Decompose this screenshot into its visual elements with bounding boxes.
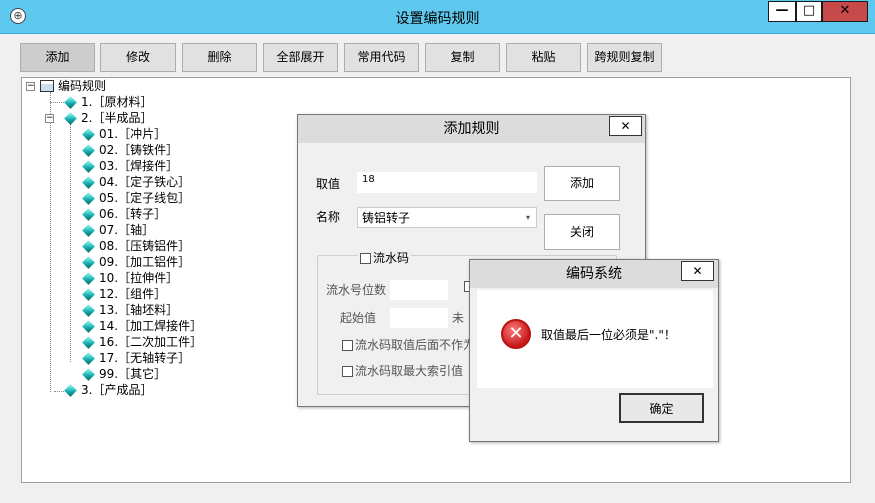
tree-item[interactable]: 12.［组件］ xyxy=(82,286,166,302)
edit-button[interactable]: 修改 xyxy=(100,43,176,72)
tree-item[interactable]: 04.［定子铁心］ xyxy=(82,174,190,190)
collapse-icon[interactable]: − xyxy=(45,114,54,123)
gem-icon xyxy=(82,192,95,205)
collapse-root-icon[interactable]: − xyxy=(26,82,35,91)
tree-item[interactable]: 10.［拉伸件］ xyxy=(82,270,178,286)
tree-item[interactable]: 02.［铸铁件］ xyxy=(82,142,178,158)
minimize-button[interactable]: — xyxy=(768,1,796,22)
gem-icon xyxy=(82,336,95,349)
tree-item[interactable]: 09.［加工铝件］ xyxy=(82,254,190,270)
tree-root[interactable]: 编码规则 xyxy=(40,78,106,94)
tree-item[interactable]: 03.［焊接件］ xyxy=(82,158,178,174)
cross-rule-copy-button[interactable]: 跨规则复制 xyxy=(587,43,662,72)
name-label: 名称 xyxy=(316,210,341,224)
tree-item[interactable]: 99.［其它］ xyxy=(82,366,166,382)
serial-suffix-checkbox[interactable]: 流水码取值后面不作为 xyxy=(342,336,475,354)
window-title: 设置编码规则 xyxy=(395,11,480,27)
checkbox-icon xyxy=(360,253,371,264)
gem-icon xyxy=(82,144,95,157)
gem-icon xyxy=(82,304,95,317)
delete-button[interactable]: 删除 xyxy=(182,43,257,72)
serial-digits-input[interactable] xyxy=(390,280,448,300)
start-value-input[interactable] xyxy=(390,308,448,328)
tree-item[interactable]: 1.［原材料］ xyxy=(64,94,152,110)
value-input[interactable]: 18 xyxy=(357,172,537,193)
paste-button[interactable]: 粘贴 xyxy=(506,43,581,72)
tree-item[interactable]: 05.［定子线包］ xyxy=(82,190,190,206)
tree-item[interactable]: 2.［半成品］ xyxy=(64,110,152,126)
serial-checkbox[interactable]: 流水码 xyxy=(358,249,412,267)
gem-icon xyxy=(64,112,77,125)
message-text: 取值最后一位必须是"."！ xyxy=(541,328,676,342)
gem-icon xyxy=(82,240,95,253)
gem-icon xyxy=(82,208,95,221)
gem-icon xyxy=(82,272,95,285)
gem-icon xyxy=(82,256,95,269)
tree-item[interactable]: 3.［产成品］ xyxy=(64,382,152,398)
dialog-close-icon[interactable]: ✕ xyxy=(609,116,642,136)
tree-item[interactable]: 16.［二次加工件］ xyxy=(82,334,202,350)
checkbox-icon xyxy=(342,340,353,351)
tree-item[interactable]: 17.［无轴转子］ xyxy=(82,350,190,366)
gem-icon xyxy=(82,288,95,301)
message-box-close-icon[interactable]: ✕ xyxy=(681,261,714,281)
tree-item[interactable]: 13.［轴坯料］ xyxy=(82,302,178,318)
tree-item[interactable]: 14.［加工焊接件］ xyxy=(82,318,202,334)
tree-item[interactable]: 07.［轴］ xyxy=(82,222,154,238)
close-button[interactable]: ✕ xyxy=(822,1,868,22)
gem-icon xyxy=(82,224,95,237)
gem-icon xyxy=(82,368,95,381)
serial-digits-label: 流水号位数 xyxy=(326,283,387,297)
message-area: ✕ 取值最后一位必须是"."！ xyxy=(477,290,713,388)
ok-button[interactable]: 确定 xyxy=(619,393,704,423)
dialog-title: 添加规则 xyxy=(298,115,645,143)
add-button[interactable]: 添加 xyxy=(20,43,95,72)
gem-icon xyxy=(64,384,77,397)
close-dialog-button[interactable]: 关闭 xyxy=(544,214,620,250)
truncated-label: 未 xyxy=(452,311,465,325)
serial-max-index-checkbox[interactable]: 流水码取最大索引值 xyxy=(342,362,463,380)
tree-item[interactable]: 01.［冲片］ xyxy=(82,126,166,142)
message-box: 编码系统 ✕ ✕ 取值最后一位必须是"."！ 确定 xyxy=(469,259,719,442)
start-value-label: 起始值 xyxy=(340,311,377,325)
tree-item[interactable]: 06.［转子］ xyxy=(82,206,166,222)
copy-button[interactable]: 复制 xyxy=(425,43,500,72)
gem-icon xyxy=(82,160,95,173)
gem-icon xyxy=(64,96,77,109)
gem-icon xyxy=(82,176,95,189)
gem-icon xyxy=(82,352,95,365)
gem-icon xyxy=(82,128,95,141)
expand-all-button[interactable]: 全部展开 xyxy=(263,43,338,72)
name-select[interactable]: 铸铝转子 ▾ xyxy=(357,207,537,228)
maximize-button[interactable]: □ xyxy=(796,1,822,22)
error-icon: ✕ xyxy=(501,319,531,349)
gem-icon xyxy=(82,320,95,333)
tree-item[interactable]: 08.［压铸铝件］ xyxy=(82,238,190,254)
common-code-button[interactable]: 常用代码 xyxy=(344,43,419,72)
value-label: 取值 xyxy=(316,177,341,191)
checkbox-icon xyxy=(342,366,353,377)
dropdown-arrow-icon[interactable]: ▾ xyxy=(526,208,530,228)
add-rule-button[interactable]: 添加 xyxy=(544,166,620,201)
title-bar: ⊕ 设置编码规则 — □ ✕ xyxy=(0,0,875,34)
table-icon xyxy=(40,80,54,92)
